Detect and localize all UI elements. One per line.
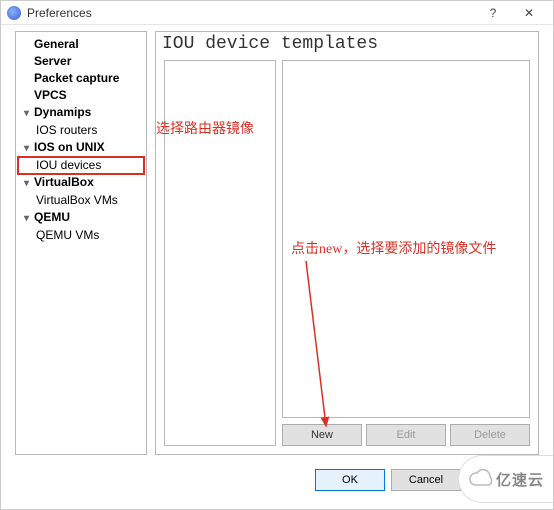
page-title: IOU device templates: [156, 32, 538, 56]
tree-item-general[interactable]: General: [18, 36, 144, 53]
tree-item-qemu[interactable]: ▾QEMU: [18, 209, 144, 227]
chevron-down-icon: ▾: [24, 210, 34, 227]
tree-item-vpcs[interactable]: VPCS: [18, 87, 144, 104]
new-button[interactable]: New: [282, 424, 362, 446]
window-title: Preferences: [27, 6, 475, 20]
close-button[interactable]: ✕: [511, 1, 547, 25]
main-body: New Edit Delete: [164, 60, 530, 446]
help-button[interactable]: ?: [475, 1, 511, 25]
tree-item-dynamips[interactable]: ▾Dynamips: [18, 104, 144, 122]
tree-item-ios-routers[interactable]: IOS routers: [18, 122, 144, 139]
preferences-window: Preferences ? ✕ General Server Packet ca…: [0, 0, 554, 510]
navigation-tree[interactable]: General Server Packet capture VPCS ▾Dyna…: [16, 32, 146, 248]
watermark-text: 亿速云: [496, 469, 544, 490]
chevron-down-icon: ▾: [24, 105, 34, 122]
template-button-row: New Edit Delete: [282, 424, 530, 446]
watermark-badge: 亿速云: [458, 455, 553, 503]
tree-item-server[interactable]: Server: [18, 53, 144, 70]
app-icon: [7, 6, 21, 20]
tree-item-ios-on-unix[interactable]: ▾IOS on UNIX: [18, 139, 144, 157]
tree-item-packet-capture[interactable]: Packet capture: [18, 70, 144, 87]
chevron-down-icon: ▾: [24, 175, 34, 192]
edit-button[interactable]: Edit: [366, 424, 446, 446]
main-panel: IOU device templates New Edit Delete: [155, 31, 539, 455]
chevron-down-icon: ▾: [24, 140, 34, 157]
tree-item-qemu-vms[interactable]: QEMU VMs: [18, 227, 144, 244]
tree-item-iou-devices[interactable]: IOU devices: [18, 157, 144, 174]
titlebar: Preferences ? ✕: [1, 1, 553, 25]
template-detail: [282, 60, 530, 418]
ok-button[interactable]: OK: [315, 469, 385, 491]
tree-item-virtualbox-vms[interactable]: VirtualBox VMs: [18, 192, 144, 209]
tree-item-virtualbox[interactable]: ▾VirtualBox: [18, 174, 144, 192]
cancel-button[interactable]: Cancel: [391, 469, 461, 491]
delete-button[interactable]: Delete: [450, 424, 530, 446]
cloud-icon: [468, 469, 496, 489]
navigation-tree-panel: General Server Packet capture VPCS ▾Dyna…: [15, 31, 147, 455]
template-list[interactable]: [164, 60, 276, 446]
content-area: General Server Packet capture VPCS ▾Dyna…: [15, 31, 539, 495]
